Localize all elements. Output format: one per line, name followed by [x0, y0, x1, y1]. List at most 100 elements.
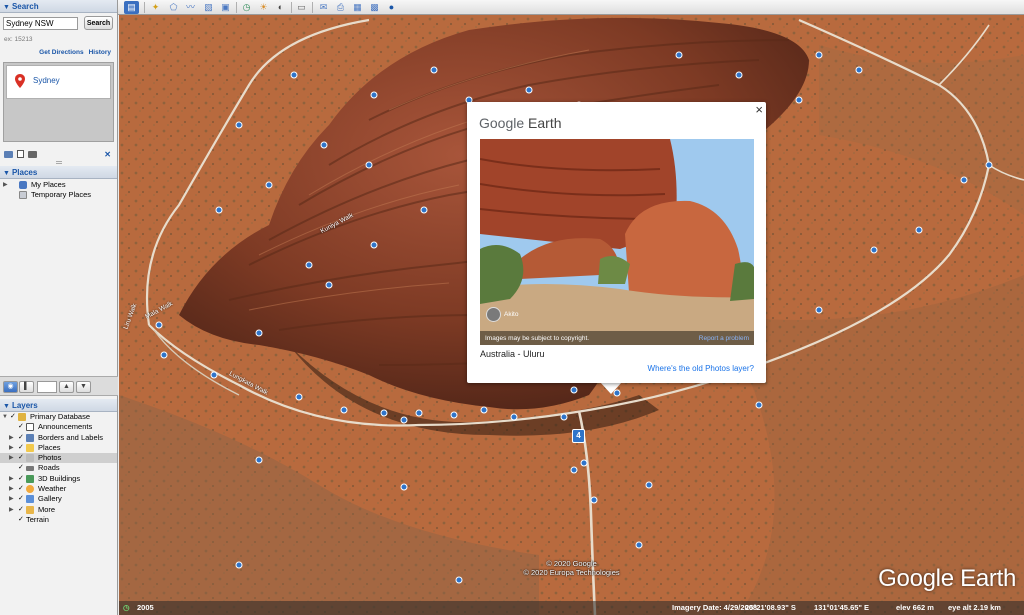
- sidebar-toggle-icon[interactable]: ▤: [124, 1, 139, 14]
- history-link[interactable]: History: [89, 49, 111, 56]
- search-panel-header[interactable]: ▼ Search: [0, 0, 117, 13]
- avatar[interactable]: [486, 307, 501, 322]
- placemark-icon[interactable]: ✦: [148, 1, 163, 14]
- clear-results-icon[interactable]: ✕: [104, 150, 111, 159]
- layer-item-gallery[interactable]: ▶ ✓ Gallery: [0, 494, 117, 504]
- search-places-button[interactable]: ◉: [3, 381, 18, 393]
- places-filter-input[interactable]: [37, 381, 57, 393]
- layer-checkbox[interactable]: ✓: [18, 494, 25, 504]
- layer-checkbox[interactable]: ✓: [18, 515, 25, 525]
- layer-item-borders-and-labels[interactable]: ▶ ✓ Borders and Labels: [0, 433, 117, 443]
- get-directions-link[interactable]: Get Directions: [39, 49, 83, 56]
- layer-checkbox[interactable]: ✓: [18, 474, 25, 484]
- layers-tree: ▼ ✓ Primary Database ✓ Announcements ▶ ✓…: [0, 412, 117, 525]
- email-icon[interactable]: ✉: [316, 1, 331, 14]
- layers-panel-header[interactable]: ▼ Layers: [0, 399, 117, 412]
- panel-resize-grip[interactable]: [56, 161, 62, 164]
- save-image-icon[interactable]: ▦: [350, 1, 365, 14]
- layer-label: Roads: [38, 463, 60, 473]
- popup-photo[interactable]: Akito Images may be subject to copyright…: [480, 139, 754, 345]
- expand-arrow-icon[interactable]: ▶: [9, 433, 17, 443]
- move-up-button[interactable]: ▲: [59, 381, 74, 393]
- search-result-name[interactable]: Sydney: [33, 76, 60, 85]
- copyright-line: © 2020 Europa Technologies: [523, 568, 620, 577]
- old-photos-layer-link[interactable]: Where's the old Photos layer?: [648, 364, 754, 373]
- database-icon: [18, 413, 26, 421]
- sun-icon[interactable]: ☀: [256, 1, 271, 14]
- place-name: Australia - Uluru: [480, 349, 545, 359]
- expand-arrow-icon[interactable]: ▶: [9, 453, 17, 463]
- search-result-item[interactable]: Sydney: [6, 65, 111, 99]
- layer-checkbox[interactable]: ✓: [18, 484, 25, 494]
- layer-item-announcements[interactable]: ✓ Announcements: [0, 422, 117, 432]
- collapse-triangle-icon[interactable]: ▼: [3, 170, 10, 177]
- expand-arrow-icon[interactable]: ▶: [9, 505, 17, 515]
- planet-icon[interactable]: ◐: [273, 1, 288, 14]
- copyright-note: Images may be subject to copyright.: [485, 335, 590, 342]
- save-folder-icon[interactable]: [4, 150, 13, 158]
- layer-item-places[interactable]: ▶ ✓ Places: [0, 443, 117, 453]
- layer-item-roads[interactable]: ✓ Roads: [0, 463, 117, 473]
- layer-checkbox[interactable]: ✓: [18, 453, 25, 463]
- layer-item-3d-buildings[interactable]: ▶ ✓ 3D Buildings: [0, 474, 117, 484]
- folder-icon: [26, 505, 34, 514]
- historical-imagery-icon[interactable]: ◷: [239, 1, 254, 14]
- print-icon[interactable]: ⎙: [333, 1, 348, 14]
- layer-checkbox[interactable]: ✓: [10, 412, 17, 422]
- search-button[interactable]: Search: [84, 16, 113, 30]
- layer-label: Weather: [38, 484, 67, 494]
- expand-arrow-icon[interactable]: ▶: [3, 180, 11, 190]
- image-overlay-icon[interactable]: ▧: [201, 1, 216, 14]
- copy-icon[interactable]: [17, 150, 24, 158]
- copyright-line: © 2020 Google: [546, 559, 597, 568]
- expand-arrow-icon[interactable]: ▶: [9, 484, 17, 494]
- globe-icon[interactable]: ●: [384, 1, 399, 14]
- photo-author[interactable]: Akito: [504, 311, 518, 318]
- expand-arrow-icon[interactable]: ▶: [9, 474, 17, 484]
- layer-item-photos[interactable]: ▶ ✓ Photos: [0, 453, 117, 464]
- expand-arrow-icon[interactable]: ▼: [2, 412, 10, 422]
- view-in-maps-icon[interactable]: ▩: [367, 1, 382, 14]
- latitude-readout: 25°21'08.93" S: [745, 603, 796, 612]
- report-problem-link[interactable]: Report a problem: [699, 335, 749, 342]
- layer-label: Terrain: [26, 514, 49, 524]
- search-input[interactable]: [3, 17, 78, 30]
- record-tour-icon[interactable]: ▣: [218, 1, 233, 14]
- close-icon[interactable]: ×: [755, 102, 763, 117]
- print-icon[interactable]: [28, 150, 37, 158]
- layer-checkbox[interactable]: ✓: [18, 463, 25, 473]
- sidebar-toggle-button[interactable]: ▌: [19, 381, 34, 393]
- brand-earth: Earth: [528, 115, 562, 131]
- collapse-triangle-icon[interactable]: ▼: [3, 4, 10, 11]
- sun-icon: [26, 485, 34, 494]
- path-icon[interactable]: 〰: [183, 1, 198, 14]
- layer-checkbox[interactable]: ✓: [18, 433, 25, 443]
- polygon-icon[interactable]: ⬠: [166, 1, 181, 14]
- building-icon: [26, 474, 34, 483]
- popup-brand: Google Earth: [479, 115, 562, 131]
- search-results: Sydney: [3, 62, 114, 142]
- google-earth-logo: Google Earth: [878, 565, 1016, 592]
- historical-imagery-icon[interactable]: ◷: [123, 601, 130, 615]
- layer-item-primary-database[interactable]: ▼ ✓ Primary Database: [0, 412, 117, 422]
- places-item-label: Temporary Places: [31, 190, 92, 200]
- places-item-temporary-places[interactable]: Temporary Places: [0, 190, 117, 200]
- layer-item-terrain[interactable]: ✓ Terrain: [0, 515, 117, 525]
- layer-item-more[interactable]: ▶ ✓ More: [0, 505, 117, 515]
- folder-icon: [19, 191, 27, 200]
- layer-checkbox[interactable]: ✓: [18, 443, 25, 453]
- photo-icon: [26, 454, 34, 463]
- layer-label: Announcements: [38, 422, 93, 432]
- collapse-triangle-icon[interactable]: ▼: [3, 403, 10, 410]
- places-panel-header[interactable]: ▼ Places: [0, 166, 117, 179]
- expand-arrow-icon[interactable]: ▶: [9, 494, 17, 504]
- expand-arrow-icon[interactable]: ▶: [9, 443, 17, 453]
- elevation-readout: elev 662 m: [896, 603, 934, 612]
- move-down-button[interactable]: ▼: [76, 381, 91, 393]
- layer-item-weather[interactable]: ▶ ✓ Weather: [0, 484, 117, 494]
- layer-checkbox[interactable]: ✓: [18, 505, 25, 515]
- places-tree: ▶ My Places Temporary Places: [0, 180, 117, 201]
- layer-checkbox[interactable]: ✓: [18, 422, 25, 432]
- places-item-my-places[interactable]: ▶ My Places: [0, 180, 117, 190]
- ruler-icon[interactable]: ▭: [294, 1, 309, 14]
